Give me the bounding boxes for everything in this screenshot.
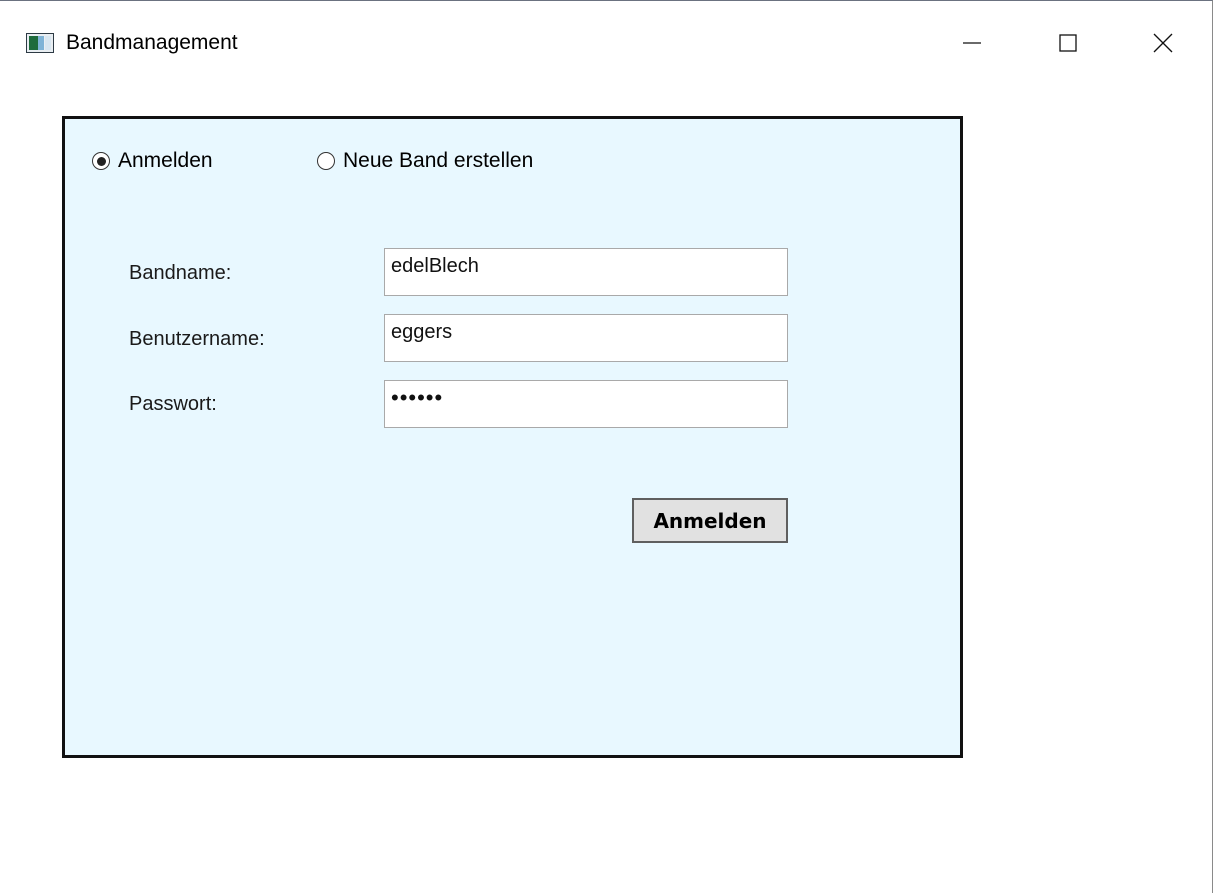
bandname-field[interactable]: edelBlech xyxy=(384,248,788,296)
maximize-icon xyxy=(1059,34,1077,52)
radio-indicator-checked[interactable] xyxy=(92,152,110,170)
benutzername-field[interactable]: eggers xyxy=(384,314,788,362)
maximize-button[interactable] xyxy=(1044,21,1092,65)
radio-anmelden-label: Anmelden xyxy=(118,149,213,172)
app-icon xyxy=(26,33,54,53)
benutzername-label: Benutzername: xyxy=(129,328,265,350)
title-bar[interactable]: Bandmanagement xyxy=(0,1,1212,85)
radio-dot xyxy=(96,156,106,166)
login-panel: Anmelden Neue Band erstellen Bandname: e… xyxy=(62,116,963,758)
radio-neue-band[interactable]: Neue Band erstellen xyxy=(317,149,533,173)
radio-anmelden[interactable]: Anmelden xyxy=(92,149,213,173)
radio-indicator-unchecked[interactable] xyxy=(317,152,335,170)
minimize-button[interactable] xyxy=(948,21,996,65)
minimize-icon xyxy=(963,42,981,44)
passwort-field[interactable]: •••••• xyxy=(384,380,788,428)
window-title: Bandmanagement xyxy=(66,31,238,54)
radio-neue-band-label: Neue Band erstellen xyxy=(343,149,534,172)
passwort-label: Passwort: xyxy=(129,393,217,415)
close-icon xyxy=(1153,33,1173,53)
close-button[interactable] xyxy=(1139,21,1187,65)
bandname-label: Bandname: xyxy=(129,262,232,284)
app-window: Bandmanagement Anmelden Neue Band erstel… xyxy=(0,0,1213,893)
anmelden-button[interactable]: Anmelden xyxy=(632,498,788,543)
